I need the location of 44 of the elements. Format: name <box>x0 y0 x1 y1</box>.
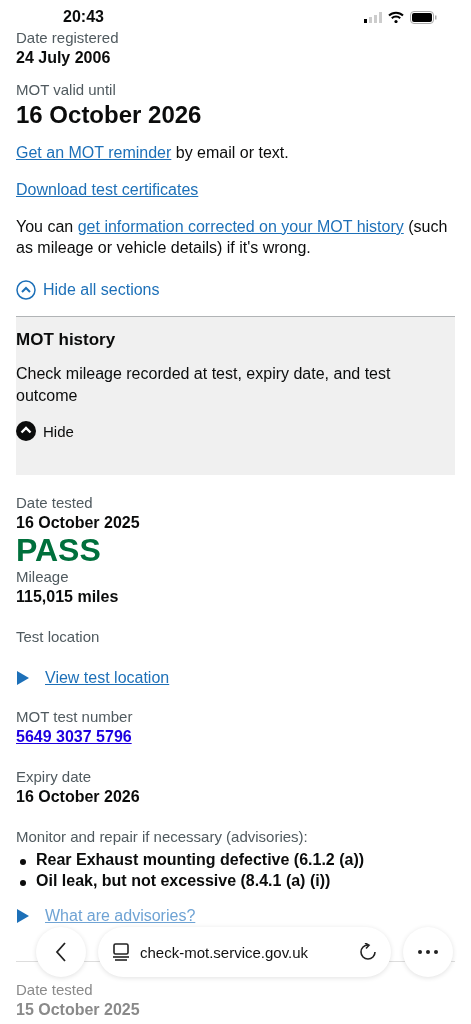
reload-icon <box>359 943 377 961</box>
bullet-icon <box>20 859 26 865</box>
wifi-icon <box>388 11 404 23</box>
section-summary: Check mileage recorded at test, expiry date, and test outcome <box>16 364 392 406</box>
field-value: 16 October 2025 <box>16 513 141 533</box>
reminder-link[interactable]: Get an MOT reminder <box>16 144 172 161</box>
field-value: 24 July 2006 <box>16 48 112 68</box>
url-text: check-mot.service.gov.uk <box>140 943 310 961</box>
correction-text: You can get information corrected on your MOT history (such as mileage or vehicle details) if it's wrong. <box>16 217 449 258</box>
field-label: MOT valid until <box>16 80 117 100</box>
field-label: Date tested <box>16 493 94 513</box>
field-label: MOT test number <box>16 707 134 727</box>
field-value: 115,015 miles <box>16 587 120 607</box>
test-number-link[interactable]: 5649 3037 5796 <box>16 728 132 745</box>
field-value: 15 October 2025 <box>16 1000 141 1020</box>
advisory-item: Rear Exhaust mounting defective (6.1.2 (a)) <box>36 850 365 870</box>
download-link[interactable]: Download test certificates <box>16 181 199 198</box>
more-icon <box>418 950 438 954</box>
result-status: PASS <box>16 533 102 567</box>
advisory-item: Oil leak, but not excessive (8.4.1 (a) (i)) <box>36 871 331 891</box>
field-value: 16 October 2026 <box>16 787 141 807</box>
correction-link[interactable]: get information corrected on your MOT history <box>77 218 404 235</box>
clock-time: 20:43 <box>63 8 104 26</box>
field-label: Mileage <box>16 567 70 587</box>
hide-button[interactable]: Hide <box>16 421 74 441</box>
back-button[interactable] <box>36 927 86 977</box>
signal-icon <box>364 11 382 23</box>
reminder-text: Get an MOT reminder by email or text. <box>16 143 290 163</box>
field-label: Date tested <box>16 980 94 1000</box>
hide-all-sections-button[interactable]: Hide all sections <box>16 280 160 300</box>
details-toggle[interactable]: What are advisories? <box>16 907 196 925</box>
battery-icon <box>410 10 437 24</box>
field-label: Date registered <box>16 28 120 48</box>
details-toggle[interactable]: View test location <box>16 669 170 687</box>
bullet-icon <box>20 880 26 886</box>
field-label: Monitor and repair if necessary (advisories): <box>16 827 309 847</box>
field-value: 16 October 2026 <box>16 100 203 130</box>
section-title: MOT history <box>16 329 117 351</box>
tabs-icon <box>112 943 130 961</box>
chevron-left-icon <box>55 942 67 962</box>
field-label: Test location <box>16 627 101 647</box>
more-button[interactable] <box>403 927 453 977</box>
address-bar[interactable]: check-mot.service.gov.uk <box>98 927 391 977</box>
field-label: Expiry date <box>16 767 93 787</box>
